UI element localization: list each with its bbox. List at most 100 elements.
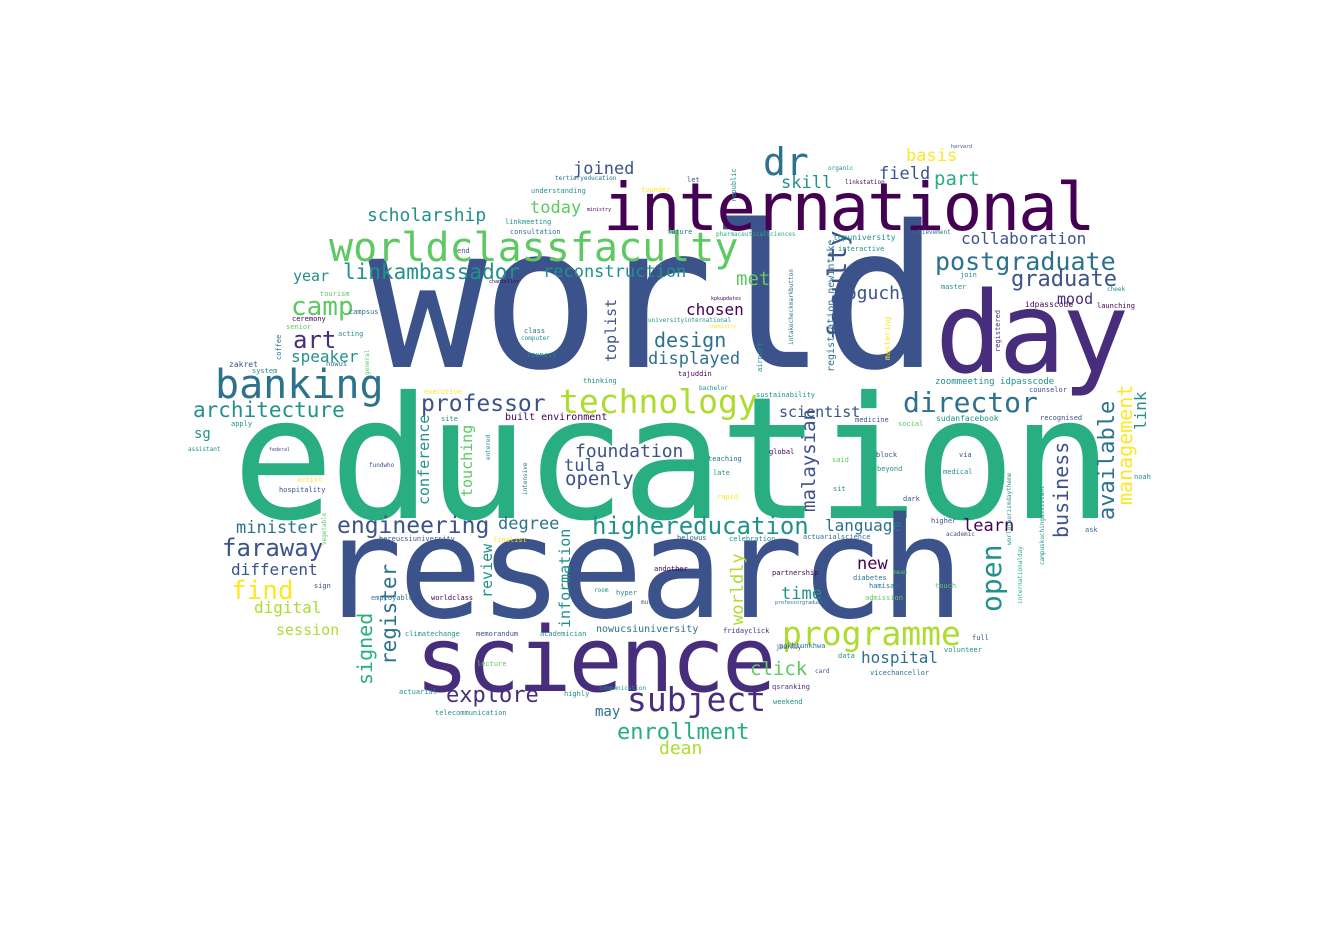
word: climatechange [405, 630, 460, 638]
word: worldly [728, 553, 748, 625]
word: actuarial [399, 688, 437, 696]
word: hereucsiuniversity [379, 535, 455, 543]
word: ceremony [292, 315, 326, 323]
word: room [594, 587, 609, 594]
word: end [457, 247, 470, 255]
word: site [441, 415, 458, 423]
word: nowus [326, 360, 348, 368]
word: counselor [1029, 386, 1067, 394]
word: mastering [883, 316, 892, 360]
word: field [879, 164, 931, 184]
word: let [687, 176, 700, 184]
word: collaboration [961, 229, 1087, 248]
word: director [903, 386, 1038, 419]
word: ask [1085, 526, 1098, 534]
word: minister [236, 518, 318, 538]
word: chosen [686, 300, 744, 319]
word: finalist [493, 536, 527, 544]
word: built environment [505, 412, 608, 423]
word: pharmaceuticalsciences [716, 231, 796, 238]
word: late [713, 469, 730, 477]
word: intensive [522, 462, 529, 495]
word: kpkupdates [711, 296, 742, 302]
word: telecommunication [435, 709, 507, 717]
word: republic [730, 168, 738, 202]
word: reconstruction [543, 262, 687, 282]
word: hospitality [279, 486, 326, 494]
word: worldtourismdaytheme [1006, 472, 1013, 545]
word: hyper [616, 589, 638, 597]
word: vicechancellor [870, 669, 930, 677]
word: actuarialscience [803, 533, 871, 541]
word: executive [424, 388, 462, 396]
word: speaker [291, 347, 359, 366]
word: chemistry [709, 324, 737, 330]
word: communication [599, 685, 646, 692]
word: volunteer [944, 646, 982, 654]
word: architecture [193, 398, 345, 422]
word: qsranking [772, 683, 810, 691]
word: nowucsiuniversity [596, 624, 699, 635]
word: chancellor [489, 279, 520, 285]
word: open [975, 544, 1008, 612]
word: weekend [773, 698, 803, 706]
word: full [972, 634, 989, 642]
word: today [530, 198, 582, 218]
word: design [654, 328, 727, 352]
word: consultation [510, 228, 561, 236]
word: system [252, 367, 278, 375]
word: via [959, 451, 972, 459]
word: subject [627, 680, 767, 719]
word: scholarship [367, 205, 487, 226]
word: bachelor [699, 385, 728, 392]
word: tourism [320, 290, 350, 298]
word: campsus [349, 308, 379, 316]
word: thinking [583, 377, 617, 385]
word: signed [353, 612, 377, 685]
word: academician [540, 630, 587, 638]
word: higher [931, 517, 957, 525]
word: recognised [1040, 414, 1083, 422]
word: register [377, 563, 401, 665]
word: available [1095, 400, 1120, 520]
word: different [231, 560, 318, 579]
word: toplist [602, 298, 620, 362]
word: understanding [531, 187, 586, 195]
word: vegetable [321, 512, 328, 545]
word: employable [371, 594, 414, 602]
word: entered [485, 434, 492, 460]
word: tajuddin [678, 370, 712, 378]
word: touching [458, 424, 476, 497]
word: global [769, 448, 795, 456]
word: join [960, 271, 977, 279]
word: may [595, 704, 621, 720]
word: partnership [772, 569, 819, 577]
word: explore [446, 683, 539, 708]
word: touch [935, 582, 957, 590]
word: senior [286, 323, 312, 331]
word: idpasscode [1025, 300, 1074, 309]
word: admission [865, 594, 903, 602]
word: journey [776, 644, 802, 651]
word: basis [906, 146, 958, 166]
word: fundwho [369, 462, 395, 469]
word: language [825, 516, 903, 535]
word: hamisah [869, 582, 899, 590]
word: said [832, 456, 849, 464]
word: coffee [275, 334, 283, 360]
word: faraway [222, 534, 324, 562]
word: celebration [729, 535, 776, 543]
word: launching [1097, 302, 1135, 310]
word: campuskuchingassistant [1039, 485, 1046, 565]
word: part [934, 168, 980, 190]
word: noah [1134, 473, 1151, 481]
word: malaysian [798, 409, 820, 512]
word: session [276, 621, 340, 639]
word: must [641, 599, 656, 606]
word: belowus [677, 534, 707, 542]
word: lecture [477, 660, 507, 668]
word: medicine [855, 416, 889, 424]
word: graduate [1011, 267, 1117, 292]
word: met [736, 268, 771, 290]
word: class [524, 327, 546, 335]
